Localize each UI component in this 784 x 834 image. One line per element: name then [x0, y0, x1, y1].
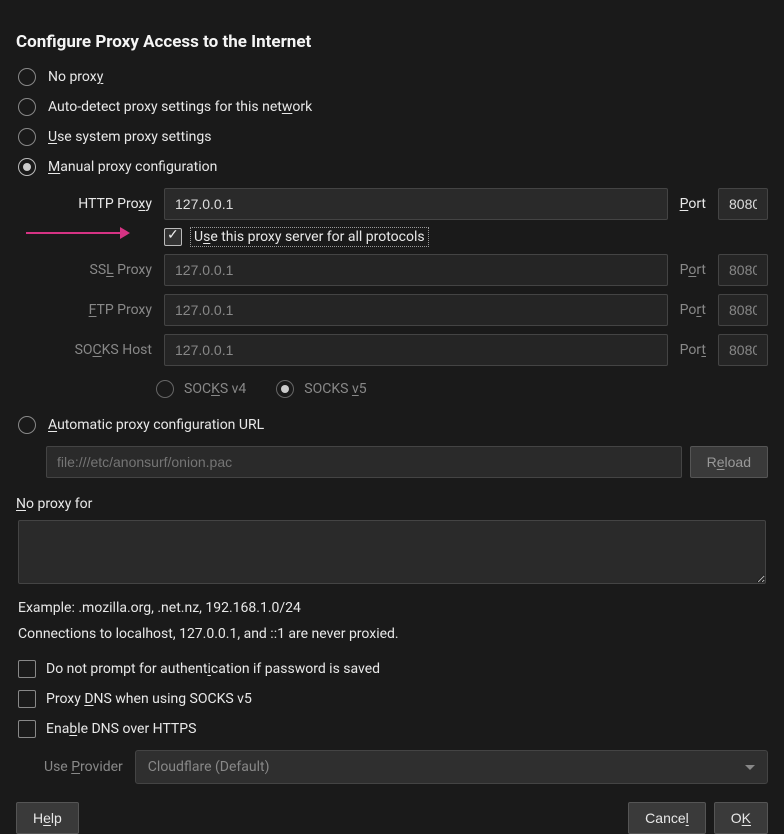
socks-proxy-input — [164, 334, 668, 366]
use-all-label: Use this proxy server for all protocols — [192, 229, 427, 245]
radio-auto-config-url[interactable]: Automatic proxy configuration URL — [16, 416, 768, 434]
http-port-input[interactable] — [718, 188, 768, 220]
radio-manual-proxy[interactable]: Manual proxy configuration — [16, 158, 768, 176]
no-proxy-for-label: No proxy for — [16, 496, 768, 512]
no-proxy-note: Connections to localhost, 127.0.0.1, and… — [16, 626, 768, 642]
no-proxy-for-input[interactable] — [18, 520, 766, 584]
radio-no-proxy[interactable]: No proxy — [16, 68, 768, 86]
ssl-port-label: Port — [676, 262, 710, 278]
checkbox-dns-over-https[interactable]: Enable DNS over HTTPS — [16, 720, 768, 738]
checkbox-no-prompt-auth[interactable]: Do not prompt for authentication if pass… — [16, 660, 768, 678]
no-proxy-example: Example: .mozilla.org, .net.nz, 192.168.… — [16, 600, 768, 616]
checkbox-icon — [18, 690, 36, 708]
chevron-down-icon — [745, 765, 755, 770]
checkbox-proxy-dns-socks[interactable]: Proxy DNS when using SOCKS v5 — [16, 690, 768, 708]
checkbox-label: Enable DNS over HTTPS — [46, 721, 196, 737]
radio-icon — [18, 416, 36, 434]
provider-value: Cloudflare (Default) — [148, 759, 270, 775]
ftp-proxy-label: FTP Proxy — [46, 302, 156, 318]
ftp-proxy-input — [164, 294, 668, 326]
socks-v5-label: SOCKS v5 — [304, 381, 366, 397]
ssl-proxy-input — [164, 254, 668, 286]
radio-socks-v4 — [156, 380, 174, 398]
http-proxy-input[interactable] — [164, 188, 668, 220]
provider-dropdown: Cloudflare (Default) — [135, 750, 768, 784]
radio-label: Auto-detect proxy settings for this netw… — [48, 99, 312, 115]
radio-system-proxy[interactable]: Use system proxy settings — [16, 128, 768, 146]
use-all-checkbox[interactable] — [164, 228, 182, 246]
radio-socks-v5 — [276, 380, 294, 398]
radio-icon — [18, 158, 36, 176]
socks-proxy-label: SOCKS Host — [46, 342, 156, 358]
http-proxy-label: HTTP Proxy — [46, 196, 156, 212]
http-port-label: Port — [676, 196, 710, 212]
radio-icon — [18, 98, 36, 116]
checkbox-label: Do not prompt for authentication if pass… — [46, 661, 380, 677]
socks-port-input — [718, 334, 768, 366]
radio-label: Manual proxy configuration — [48, 159, 217, 175]
ftp-port-label: Port — [676, 302, 710, 318]
socks-v4-label: SOCKS v4 — [184, 381, 246, 397]
radio-label: Automatic proxy configuration URL — [48, 417, 264, 433]
ssl-port-input — [718, 254, 768, 286]
page-title: Configure Proxy Access to the Internet — [16, 32, 768, 52]
checkbox-label: Proxy DNS when using SOCKS v5 — [46, 691, 252, 707]
provider-label: Use Provider — [44, 759, 123, 775]
ftp-port-input — [718, 294, 768, 326]
checkbox-icon — [18, 720, 36, 738]
ok-button[interactable]: OK — [714, 802, 768, 834]
socks-port-label: Port — [676, 342, 710, 358]
cancel-button[interactable]: Cancel — [628, 802, 706, 834]
checkbox-icon — [18, 660, 36, 678]
radio-icon — [18, 128, 36, 146]
pac-url-input[interactable] — [46, 446, 682, 478]
radio-icon — [18, 68, 36, 86]
radio-auto-detect[interactable]: Auto-detect proxy settings for this netw… — [16, 98, 768, 116]
help-button[interactable]: Help — [16, 802, 79, 834]
ssl-proxy-label: SSL Proxy — [46, 262, 156, 278]
radio-label: Use system proxy settings — [48, 129, 211, 145]
radio-label: No proxy — [48, 69, 103, 85]
reload-button[interactable]: Reload — [690, 446, 768, 478]
